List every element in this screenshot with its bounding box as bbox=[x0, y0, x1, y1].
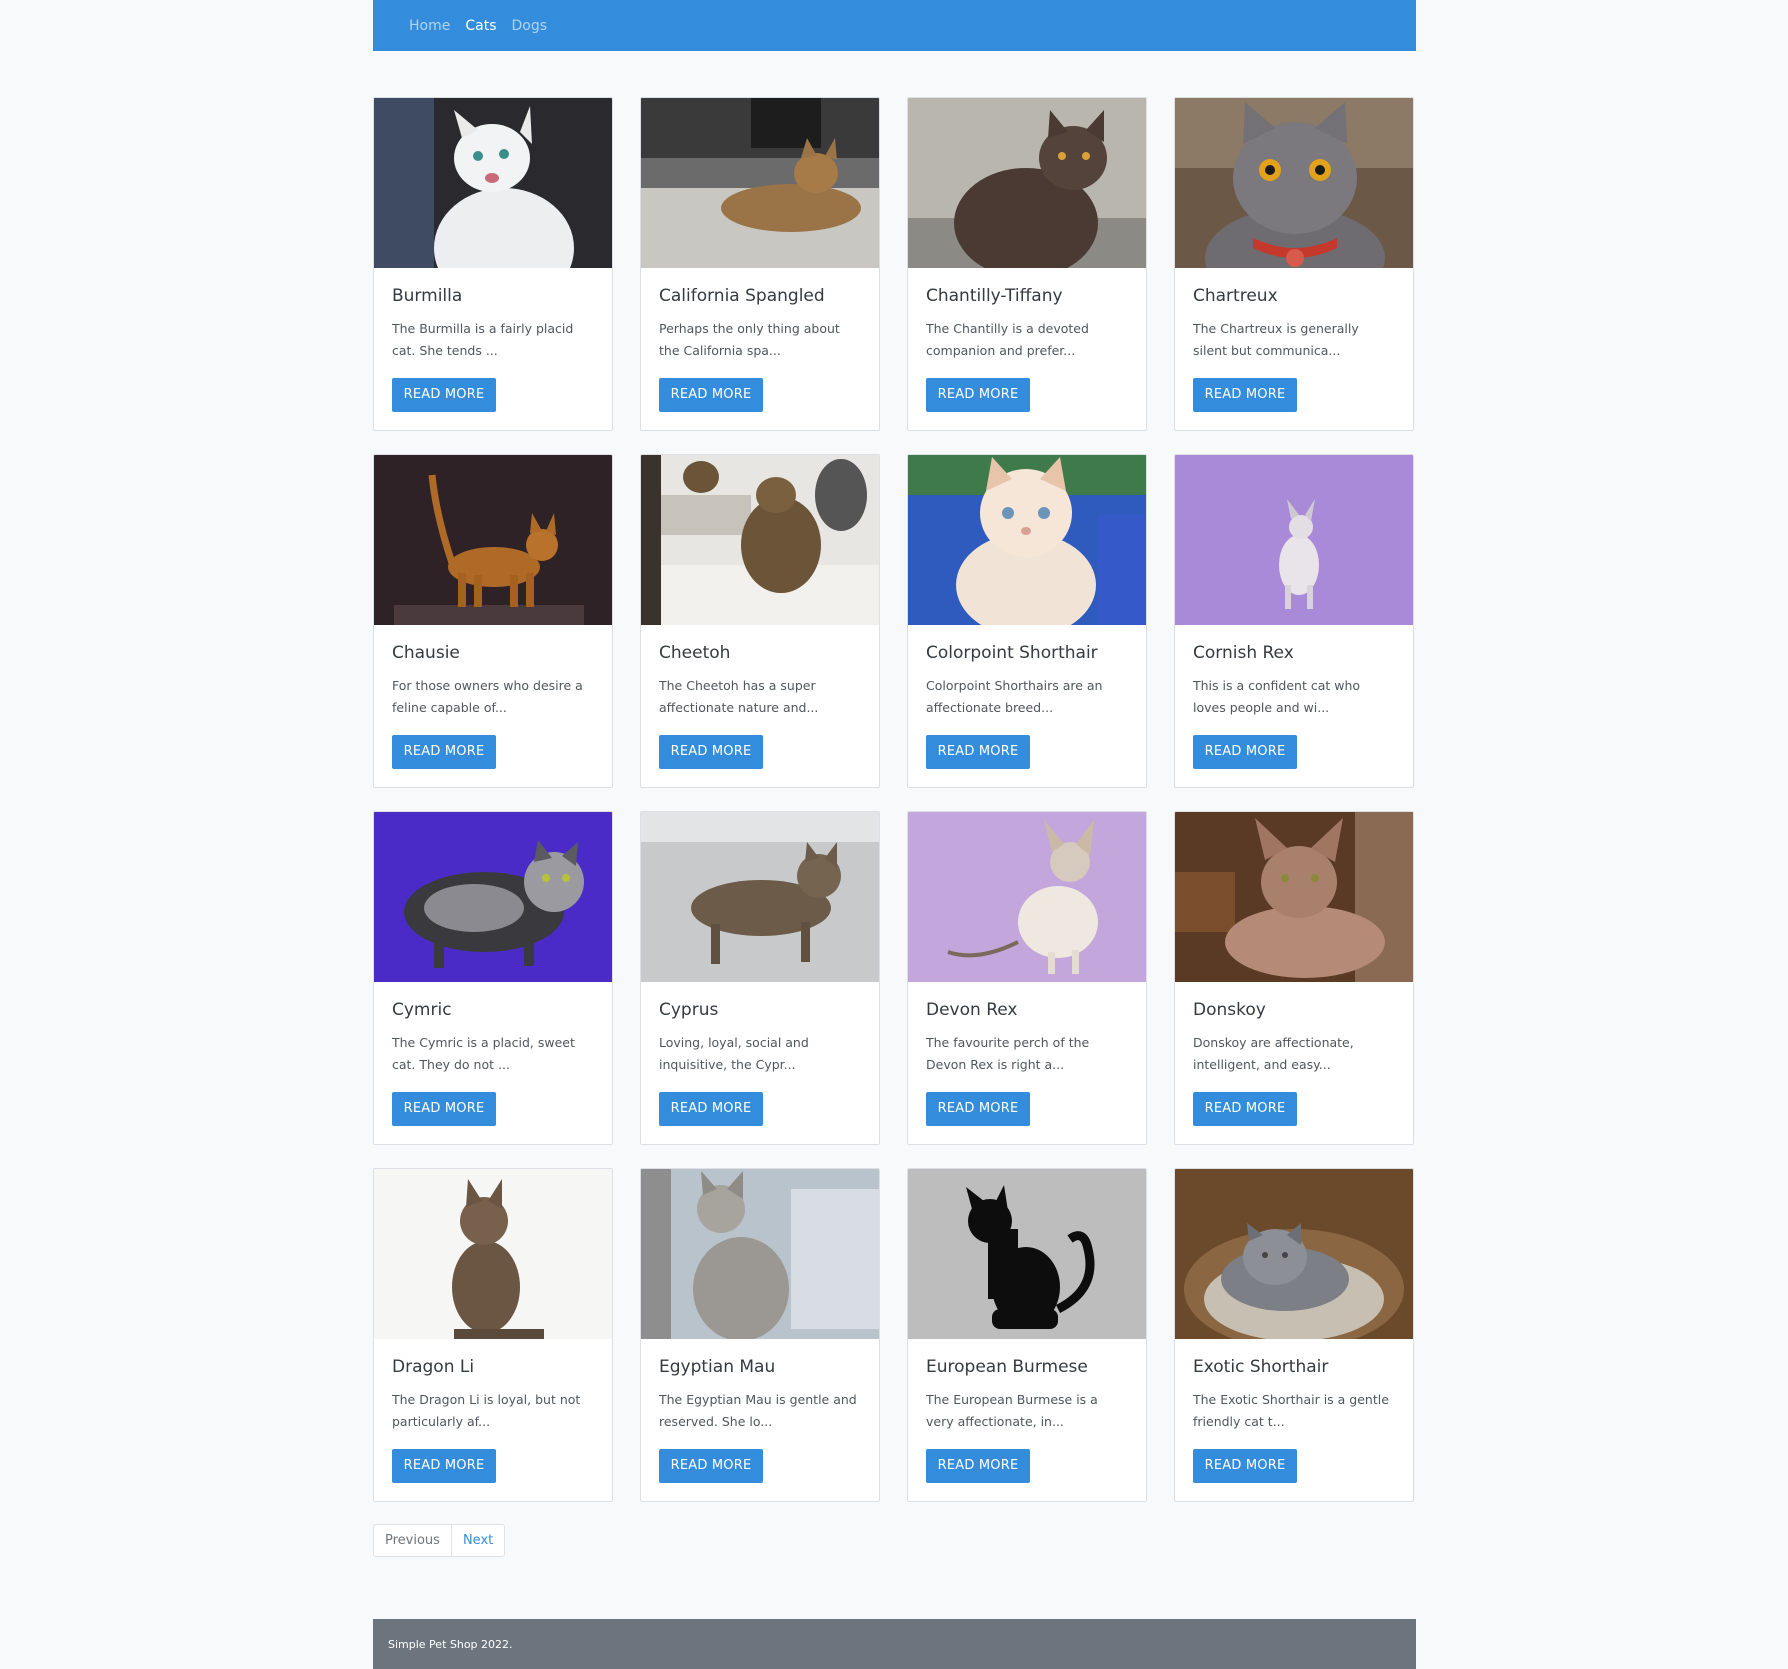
card-title: Cymric bbox=[392, 1000, 452, 1020]
footer: Simple Pet Shop 2022. bbox=[373, 1619, 1416, 1669]
read-more-button[interactable]: READ MORE bbox=[1193, 1449, 1297, 1483]
card-title: Chausie bbox=[392, 643, 460, 663]
cat-card: Chantilly-Tiffany The Chantilly is a dev… bbox=[907, 97, 1147, 431]
read-more-button[interactable]: READ MORE bbox=[392, 735, 496, 769]
cat-card: Burmilla The Burmilla is a fairly placid… bbox=[373, 97, 613, 431]
card-description: The European Burmese is a very affection… bbox=[926, 1392, 1098, 1429]
cat-card: Cheetoh The Cheetoh has a super affectio… bbox=[640, 454, 880, 788]
read-more-button[interactable]: READ MORE bbox=[926, 1092, 1030, 1126]
cat-photo[interactable] bbox=[641, 98, 879, 268]
cat-card: Colorpoint Shorthair Colorpoint Shorthai… bbox=[907, 454, 1147, 788]
top-navbar: Home Cats Dogs bbox=[373, 0, 1416, 51]
card-title: Chantilly-Tiffany bbox=[926, 286, 1063, 306]
card-title: European Burmese bbox=[926, 1357, 1088, 1377]
card-description: Donskoy are affectionate, intelligent, a… bbox=[1193, 1035, 1354, 1072]
card-title: Burmilla bbox=[392, 286, 463, 306]
cat-card: Devon Rex The favourite perch of the Dev… bbox=[907, 811, 1147, 1145]
card-title: Donskoy bbox=[1193, 1000, 1266, 1020]
cat-silhouette[interactable] bbox=[908, 1169, 1146, 1339]
read-more-button[interactable]: READ MORE bbox=[659, 378, 763, 412]
nav-link-home[interactable]: Home bbox=[409, 18, 450, 34]
read-more-button[interactable]: READ MORE bbox=[392, 1092, 496, 1126]
read-more-button[interactable]: READ MORE bbox=[1193, 735, 1297, 769]
cat-card: Dragon Li The Dragon Li is loyal, but no… bbox=[373, 1168, 613, 1502]
read-more-button[interactable]: READ MORE bbox=[1193, 378, 1297, 412]
cat-card: European Burmese The European Burmese is… bbox=[907, 1168, 1147, 1502]
cat-card: Cymric The Cymric is a placid, sweet cat… bbox=[373, 811, 613, 1145]
card-title: Egyptian Mau bbox=[659, 1357, 776, 1377]
card-title: Devon Rex bbox=[926, 1000, 1018, 1020]
card-description: The Cheetoh has a super affectionate nat… bbox=[659, 678, 819, 715]
next-page-button[interactable]: Next bbox=[452, 1525, 504, 1556]
cat-photo[interactable] bbox=[374, 455, 612, 625]
card-description: The Cymric is a placid, sweet cat. They … bbox=[392, 1035, 575, 1072]
card-description: The favourite perch of the Devon Rex is … bbox=[926, 1035, 1090, 1072]
footer-text: Simple Pet Shop 2022. bbox=[388, 1637, 513, 1651]
read-more-button[interactable]: READ MORE bbox=[659, 1449, 763, 1483]
cat-photo[interactable] bbox=[374, 98, 612, 268]
cat-photo[interactable] bbox=[374, 1169, 612, 1339]
cat-card-grid: Burmilla The Burmilla is a fairly placid… bbox=[373, 97, 1418, 1502]
card-description: The Egyptian Mau is gentle and reserved.… bbox=[659, 1392, 857, 1429]
cat-photo[interactable] bbox=[1175, 812, 1413, 982]
card-title: Exotic Shorthair bbox=[1193, 1357, 1329, 1377]
card-description: Loving, loyal, social and inquisitive, t… bbox=[659, 1035, 809, 1072]
cat-photo[interactable] bbox=[641, 1169, 879, 1339]
card-description: The Burmilla is a fairly placid cat. She… bbox=[392, 321, 574, 358]
previous-page-button[interactable]: Previous bbox=[374, 1525, 452, 1556]
card-title: Cornish Rex bbox=[1193, 643, 1294, 663]
cat-photo[interactable] bbox=[1175, 1169, 1413, 1339]
read-more-button[interactable]: READ MORE bbox=[392, 378, 496, 412]
nav-link-cats[interactable]: Cats bbox=[465, 18, 496, 34]
cat-photo[interactable] bbox=[908, 98, 1146, 268]
card-title: Colorpoint Shorthair bbox=[926, 643, 1098, 663]
card-description: For those owners who desire a feline cap… bbox=[392, 678, 583, 715]
card-title: Dragon Li bbox=[392, 1357, 475, 1377]
pagination: Previous Next bbox=[373, 1524, 506, 1557]
cat-card: California Spangled Perhaps the only thi… bbox=[640, 97, 880, 431]
read-more-button[interactable]: READ MORE bbox=[926, 735, 1030, 769]
card-title: Cyprus bbox=[659, 1000, 719, 1020]
cat-photo[interactable] bbox=[1175, 455, 1413, 625]
read-more-button[interactable]: READ MORE bbox=[392, 1449, 496, 1483]
cat-card: Donskoy Donskoy are affectionate, intell… bbox=[1174, 811, 1414, 1145]
card-title: California Spangled bbox=[659, 286, 825, 306]
cat-card: Egyptian Mau The Egyptian Mau is gentle … bbox=[640, 1168, 880, 1502]
card-description: The Chantilly is a devoted companion and… bbox=[926, 321, 1089, 358]
card-description: The Dragon Li is loyal, but not particul… bbox=[392, 1392, 581, 1429]
nav-link-dogs[interactable]: Dogs bbox=[511, 18, 547, 34]
cat-card: Exotic Shorthair The Exotic Shorthair is… bbox=[1174, 1168, 1414, 1502]
read-more-button[interactable]: READ MORE bbox=[926, 1449, 1030, 1483]
card-description: Perhaps the only thing about the Califor… bbox=[659, 321, 840, 358]
card-description: The Chartreux is generally silent but co… bbox=[1193, 321, 1359, 358]
cat-card: Cyprus Loving, loyal, social and inquisi… bbox=[640, 811, 880, 1145]
cat-card: Cornish Rex This is a confident cat who … bbox=[1174, 454, 1414, 788]
card-title: Cheetoh bbox=[659, 643, 731, 663]
cat-photo[interactable] bbox=[1175, 98, 1413, 268]
read-more-button[interactable]: READ MORE bbox=[926, 378, 1030, 412]
card-title: Chartreux bbox=[1193, 286, 1278, 306]
read-more-button[interactable]: READ MORE bbox=[659, 1092, 763, 1126]
cat-photo[interactable] bbox=[641, 812, 879, 982]
cat-card: Chausie For those owners who desire a fe… bbox=[373, 454, 613, 788]
card-description: The Exotic Shorthair is a gentle friendl… bbox=[1193, 1392, 1389, 1429]
card-description: Colorpoint Shorthairs are an affectionat… bbox=[926, 678, 1103, 715]
cat-photo[interactable] bbox=[908, 455, 1146, 625]
read-more-button[interactable]: READ MORE bbox=[659, 735, 763, 769]
cat-photo[interactable] bbox=[641, 455, 879, 625]
read-more-button[interactable]: READ MORE bbox=[1193, 1092, 1297, 1126]
cat-card: Chartreux The Chartreux is generally sil… bbox=[1174, 97, 1414, 431]
cat-photo[interactable] bbox=[908, 812, 1146, 982]
card-description: This is a confident cat who loves people… bbox=[1193, 678, 1361, 715]
cat-photo[interactable] bbox=[374, 812, 612, 982]
